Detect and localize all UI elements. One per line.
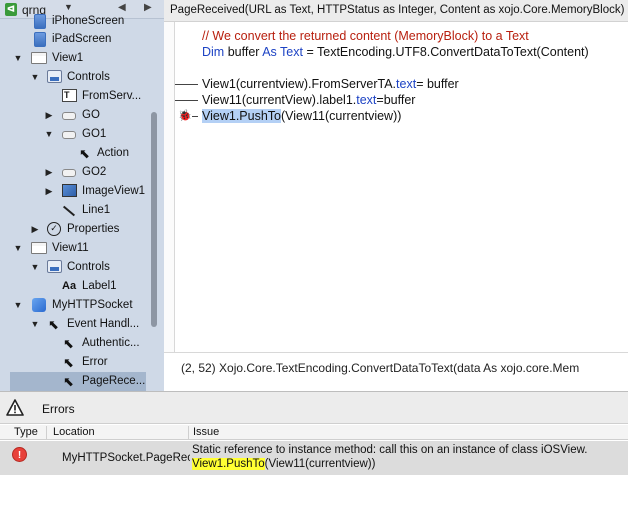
method-signature[interactable]: PageReceived(URL as Text, HTTPStatus as …: [170, 4, 624, 16]
tree-item-myhttpsocket[interactable]: ▼ MyHTTPSocket: [0, 296, 150, 315]
tree-item-label1[interactable]: Aa Label1: [0, 277, 150, 296]
tree-item-controls[interactable]: ▼ Controls: [0, 258, 150, 277]
imageview-icon: [62, 184, 77, 197]
error-location: MyHTTPSocket.PageRece: [62, 452, 190, 464]
tree-item-go1[interactable]: ▼ GO1: [0, 125, 150, 144]
editor-status-bar: (2, 52) Xojo.Core.TextEncoding.ConvertDa…: [164, 352, 628, 391]
code-line-4[interactable]: View11(currentView).label1.text=buffer: [202, 93, 415, 107]
project-navigator: ᐊ qrng ▼ ◀ ▶ iPhoneScreen iPadScreen ▼ V…: [0, 0, 164, 391]
error-message: Static reference to instance method: cal…: [192, 444, 588, 456]
column-divider[interactable]: [46, 426, 47, 439]
code-editor[interactable]: // We convert the returned content (Memo…: [164, 22, 628, 352]
disclosure-expanded-icon[interactable]: ▼: [13, 300, 23, 310]
checkmark-icon: ✓: [47, 222, 61, 236]
column-header-location[interactable]: Location: [53, 426, 95, 438]
tree-item-action[interactable]: ⬉ Action: [0, 144, 150, 163]
autocomplete-hint: (2, 52) Xojo.Core.TextEncoding.ConvertDa…: [181, 361, 580, 375]
label-icon: Aa: [62, 280, 77, 292]
line-icon: [62, 205, 76, 217]
chevron-down-icon[interactable]: ▼: [64, 2, 73, 12]
errors-panel-header: Errors: [0, 392, 628, 424]
errors-panel: Errors Type Location Issue ! MyHTTPSocke…: [0, 391, 628, 508]
tree-item-imageview1[interactable]: ▶ ImageView1: [0, 182, 150, 201]
disclosure-expanded-icon[interactable]: ▼: [44, 129, 54, 139]
editor-gutter[interactable]: [164, 22, 175, 352]
button-icon: [62, 112, 76, 120]
column-divider[interactable]: [188, 426, 189, 439]
line-marker: [175, 84, 198, 85]
code-line-1[interactable]: // We convert the returned content (Memo…: [202, 29, 529, 43]
socket-icon: [32, 298, 46, 312]
controls-icon: [47, 70, 62, 83]
cursor-icon: ⬉: [63, 336, 74, 351]
warning-icon: [6, 399, 24, 416]
column-header-type[interactable]: Type: [14, 426, 38, 438]
disclosure-collapsed-icon[interactable]: ▶: [44, 186, 54, 197]
disclosure-collapsed-icon[interactable]: ▶: [30, 224, 40, 235]
tree-item-go2[interactable]: ▶ GO2: [0, 163, 150, 182]
bug-icon[interactable]: 🐞: [178, 110, 192, 122]
code-line-3[interactable]: View1(currentview).FromServerTA.text= bu…: [202, 77, 459, 91]
method-signature-bar[interactable]: PageReceived(URL as Text, HTTPStatus as …: [164, 0, 628, 22]
navigator-scrollbar[interactable]: [150, 20, 158, 327]
tree-item-authentication[interactable]: ⬉ Authentic...: [0, 334, 150, 353]
window-icon: [31, 52, 47, 64]
tree-item-view11[interactable]: ▼ View11: [0, 239, 150, 258]
cursor-icon: ⬉: [63, 374, 74, 389]
tree-item-controls[interactable]: ▼ Controls: [0, 68, 150, 87]
column-header-issue[interactable]: Issue: [193, 426, 219, 438]
textarea-icon: T: [62, 89, 77, 102]
disclosure-collapsed-icon[interactable]: ▶: [44, 167, 54, 178]
device-icon: [34, 14, 46, 29]
disclosure-expanded-icon[interactable]: ▼: [13, 53, 23, 63]
line-marker: [175, 100, 198, 101]
error-icon: !: [12, 447, 27, 462]
error-code-rest: (View11(currentview)): [264, 458, 376, 470]
disclosure-expanded-icon[interactable]: ▼: [13, 243, 23, 253]
tree-item-go[interactable]: ▶ GO: [0, 106, 150, 125]
error-code-highlight: View1.PushTo: [192, 458, 265, 470]
device-icon: [34, 32, 46, 47]
tree-item-ipadscreen[interactable]: iPadScreen: [0, 30, 150, 49]
disclosure-expanded-icon[interactable]: ▼: [30, 319, 40, 329]
errors-table-header: Type Location Issue: [0, 425, 628, 440]
disclosure-expanded-icon[interactable]: ▼: [30, 262, 40, 272]
line-marker: [192, 116, 198, 117]
cursor-icon: ⬉: [79, 146, 90, 161]
error-row[interactable]: ! MyHTTPSocket.PageRece Static reference…: [0, 441, 628, 475]
tree-item-event-handlers[interactable]: ▼ ⬉ Event Handl...: [0, 315, 150, 334]
code-line-5[interactable]: View1.PushTo(View11(currentview)): [202, 109, 401, 123]
errors-title: Errors: [42, 402, 75, 416]
disclosure-collapsed-icon[interactable]: ▶: [44, 110, 54, 121]
tree-item-fromserverta[interactable]: T FromServ...: [0, 87, 150, 106]
tree-item-iphonescreen[interactable]: iPhoneScreen: [0, 12, 150, 31]
button-icon: [62, 169, 76, 177]
tree-item-view1[interactable]: ▼ View1: [0, 49, 150, 68]
tree-item-line1[interactable]: Line1: [0, 201, 150, 220]
tree-item-error[interactable]: ⬉ Error: [0, 353, 150, 372]
controls-icon: [47, 260, 62, 273]
cursor-icon: ⬉: [48, 317, 59, 332]
error-code-snippet: View1.PushTo(View11(currentview)): [192, 458, 375, 470]
scrollbar-thumb[interactable]: [151, 112, 157, 327]
button-icon: [62, 131, 76, 139]
code-line-2[interactable]: Dim buffer As Text = TextEncoding.UTF8.C…: [202, 45, 589, 59]
disclosure-expanded-icon[interactable]: ▼: [30, 72, 40, 82]
tree-item-pagereceived[interactable]: ⬉ PageRece...: [10, 372, 146, 391]
tree-item-properties[interactable]: ▶ ✓ Properties: [0, 220, 150, 239]
cursor-icon: ⬉: [63, 355, 74, 370]
window-icon: [31, 242, 47, 254]
